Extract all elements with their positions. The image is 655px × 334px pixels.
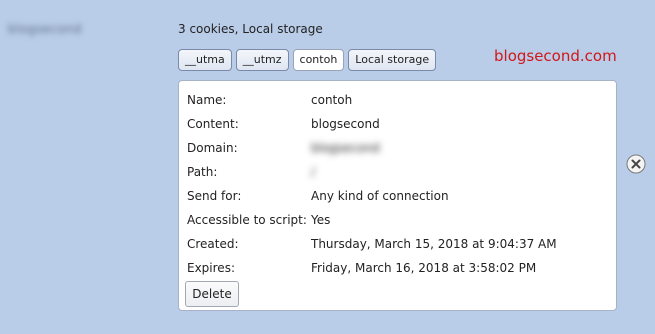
detail-value: Any kind of connection <box>311 189 449 203</box>
detail-value: Friday, March 16, 2018 at 3:58:02 PM <box>311 261 537 275</box>
detail-row-created: Created: Thursday, March 15, 2018 at 9:0… <box>187 235 612 253</box>
detail-row-name: Name: contoh <box>187 91 612 109</box>
cookie-chip-utma[interactable]: __utma <box>178 49 232 71</box>
site-name: blogsecond <box>8 22 82 36</box>
detail-label: Expires: <box>187 261 235 275</box>
detail-label: Created: <box>187 237 239 251</box>
detail-row-send-for: Send for: Any kind of connection <box>187 187 612 205</box>
cookie-summary: 3 cookies, Local storage <box>178 22 323 36</box>
cookie-chip-utmz[interactable]: __utmz <box>235 49 289 71</box>
close-circle-icon[interactable] <box>626 154 646 174</box>
watermark: blogsecond.com <box>494 47 617 65</box>
detail-label: Accessible to script: <box>187 213 307 227</box>
cookie-chip-local-storage[interactable]: Local storage <box>348 49 437 71</box>
detail-label: Name: <box>187 93 227 107</box>
detail-value: Yes <box>311 213 331 227</box>
delete-button[interactable]: Delete <box>185 281 239 307</box>
detail-value: blogsecond <box>311 141 380 155</box>
detail-row-content: Content: blogsecond <box>187 115 612 133</box>
detail-value: blogsecond <box>311 117 380 131</box>
cookie-chip-list: __utma __utmz contoh Local storage <box>178 49 437 71</box>
detail-row-path: Path: / <box>187 163 612 181</box>
detail-value: Thursday, March 15, 2018 at 9:04:37 AM <box>311 237 557 251</box>
detail-row-accessible: Accessible to script: Yes <box>187 211 612 229</box>
cookie-details-panel: Name: contoh Content: blogsecond Domain:… <box>178 80 617 311</box>
detail-value: contoh <box>311 93 353 107</box>
cookie-chip-contoh[interactable]: contoh <box>292 49 345 71</box>
detail-label: Content: <box>187 117 239 131</box>
detail-row-expires: Expires: Friday, March 16, 2018 at 3:58:… <box>187 259 612 277</box>
detail-row-domain: Domain: blogsecond <box>187 139 612 157</box>
detail-label: Send for: <box>187 189 242 203</box>
detail-label: Path: <box>187 165 218 179</box>
detail-value: / <box>311 165 316 179</box>
detail-label: Domain: <box>187 141 238 155</box>
